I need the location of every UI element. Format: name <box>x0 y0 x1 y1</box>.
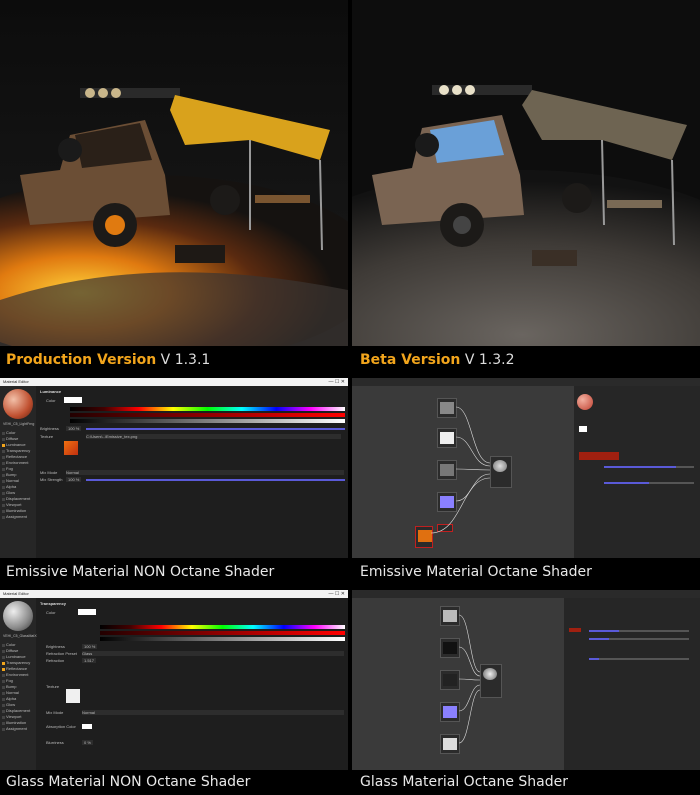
attribute-panel <box>574 386 700 558</box>
brightness-value[interactable]: 100 % <box>66 426 82 431</box>
caption-emissive-octane: Emissive Material Octane Shader <box>352 560 700 584</box>
refraction-label: Refraction <box>46 658 65 663</box>
refraction-preset-label: Refraction Preset <box>46 651 77 656</box>
mix-strength-value[interactable]: 100 % <box>66 477 82 482</box>
hue-slider[interactable] <box>100 631 345 635</box>
color-swatch[interactable] <box>78 609 96 615</box>
octane-node-editor-emissive <box>352 378 700 558</box>
octane-node-editor-glass <box>352 590 700 770</box>
color-swatch[interactable] <box>64 397 82 403</box>
window-controls[interactable]: — ☐ ✕ <box>329 378 345 386</box>
color-swatch[interactable] <box>579 426 587 432</box>
channel-item[interactable]: Assignment <box>0 514 36 520</box>
hue-slider[interactable] <box>70 413 345 417</box>
brightness-label: Brightness <box>40 426 59 431</box>
surface-slider[interactable] <box>604 482 694 484</box>
brightness-value[interactable]: 100 % <box>82 644 98 649</box>
material-editor-luminance-panel: Material Editor — ☐ ✕ VEHI_C5_LightFrng … <box>0 378 348 558</box>
texture-label: Texture <box>40 434 54 439</box>
window-controls[interactable]: — ☐ ✕ <box>329 590 345 598</box>
mix-strength-slider[interactable] <box>86 479 345 481</box>
material-name: VEHI_C5_GlassMatX <box>3 634 37 638</box>
caption-emissive-non-octane: Emissive Material NON Octane Shader <box>0 560 354 584</box>
absorption-color-label: Absorption Color <box>46 724 76 729</box>
material-preview-sphere <box>3 601 33 631</box>
index-slider[interactable] <box>589 630 689 632</box>
beta-version-label: Beta Version V 1.3.2 <box>360 352 515 368</box>
material-name: VEHI_C5_LightFrng <box>3 422 35 426</box>
material-editor-transparency-panel: Material Editor — ☐ ✕ VEHI_C5_GlassMatX … <box>0 590 348 770</box>
value-slider[interactable] <box>100 637 345 641</box>
texture-thumbnail[interactable] <box>66 689 80 703</box>
value-slider[interactable] <box>70 419 345 423</box>
blurriness-value[interactable]: 0 % <box>82 740 93 745</box>
mix-mode-dropdown[interactable]: Normal <box>66 470 344 475</box>
caption-glass-non-octane: Glass Material NON Octane Shader <box>0 770 354 794</box>
channel-sidebar: VEHI_C5_GlassMatX Color Diffuse Luminance T… <box>0 598 37 770</box>
color-spectrum[interactable] <box>100 625 345 629</box>
refraction-value[interactable]: 1.517 <box>82 658 97 663</box>
production-version-label: Production Version V 1.3.1 <box>6 352 211 368</box>
node-wires <box>430 406 491 534</box>
mix-mode-label: Mix Mode <box>40 470 58 475</box>
material-preview-sphere <box>577 394 593 410</box>
color-label: Color <box>46 610 56 615</box>
refraction-preset-dropdown[interactable]: Glass <box>82 651 344 656</box>
brightness-slider[interactable] <box>86 428 345 430</box>
section-title: Transparency <box>40 601 67 606</box>
channel-list: Color Diffuse Luminance Transparency Reflect… <box>0 642 36 732</box>
mix-strength-label: Mix Strength <box>40 477 63 482</box>
emission-swatch[interactable] <box>579 452 619 460</box>
brightness-label: Brightness <box>46 644 65 649</box>
blurriness-label: Blurriness <box>46 740 64 745</box>
beta-render-image <box>352 0 700 346</box>
mix-mode-label: Mix Mode <box>46 710 64 715</box>
roughness-slider[interactable] <box>589 638 689 640</box>
channel-list: Color Diffuse Luminance Transparency Reflect… <box>0 430 36 520</box>
window-title-bar: Material Editor <box>0 590 348 598</box>
color-spectrum[interactable] <box>70 407 345 411</box>
caption-glass-octane: Glass Material Octane Shader <box>352 770 700 794</box>
color-label: Color <box>46 398 56 403</box>
node-wires <box>458 614 481 744</box>
production-render-image <box>0 0 348 346</box>
material-preview-sphere <box>3 389 33 419</box>
window-title-bar: Material Editor <box>0 378 348 386</box>
absorption-color-swatch[interactable] <box>82 724 92 729</box>
attribute-panel <box>564 598 700 770</box>
texture-path[interactable]: C:\Users\..\Emissive_tex.png <box>86 434 341 439</box>
channel-sidebar: VEHI_C5_LightFrng Color Diffuse Luminance T… <box>0 386 36 558</box>
texture-label: Texture <box>46 684 60 689</box>
mix-mode-dropdown[interactable]: Normal <box>82 710 344 715</box>
film-slider[interactable] <box>589 658 689 660</box>
section-title: Luminance <box>40 389 62 394</box>
property-highlight[interactable] <box>569 628 581 632</box>
channel-item[interactable]: Assignment <box>0 726 36 732</box>
texture-thumbnail[interactable] <box>64 441 78 455</box>
power-slider[interactable] <box>604 466 694 468</box>
